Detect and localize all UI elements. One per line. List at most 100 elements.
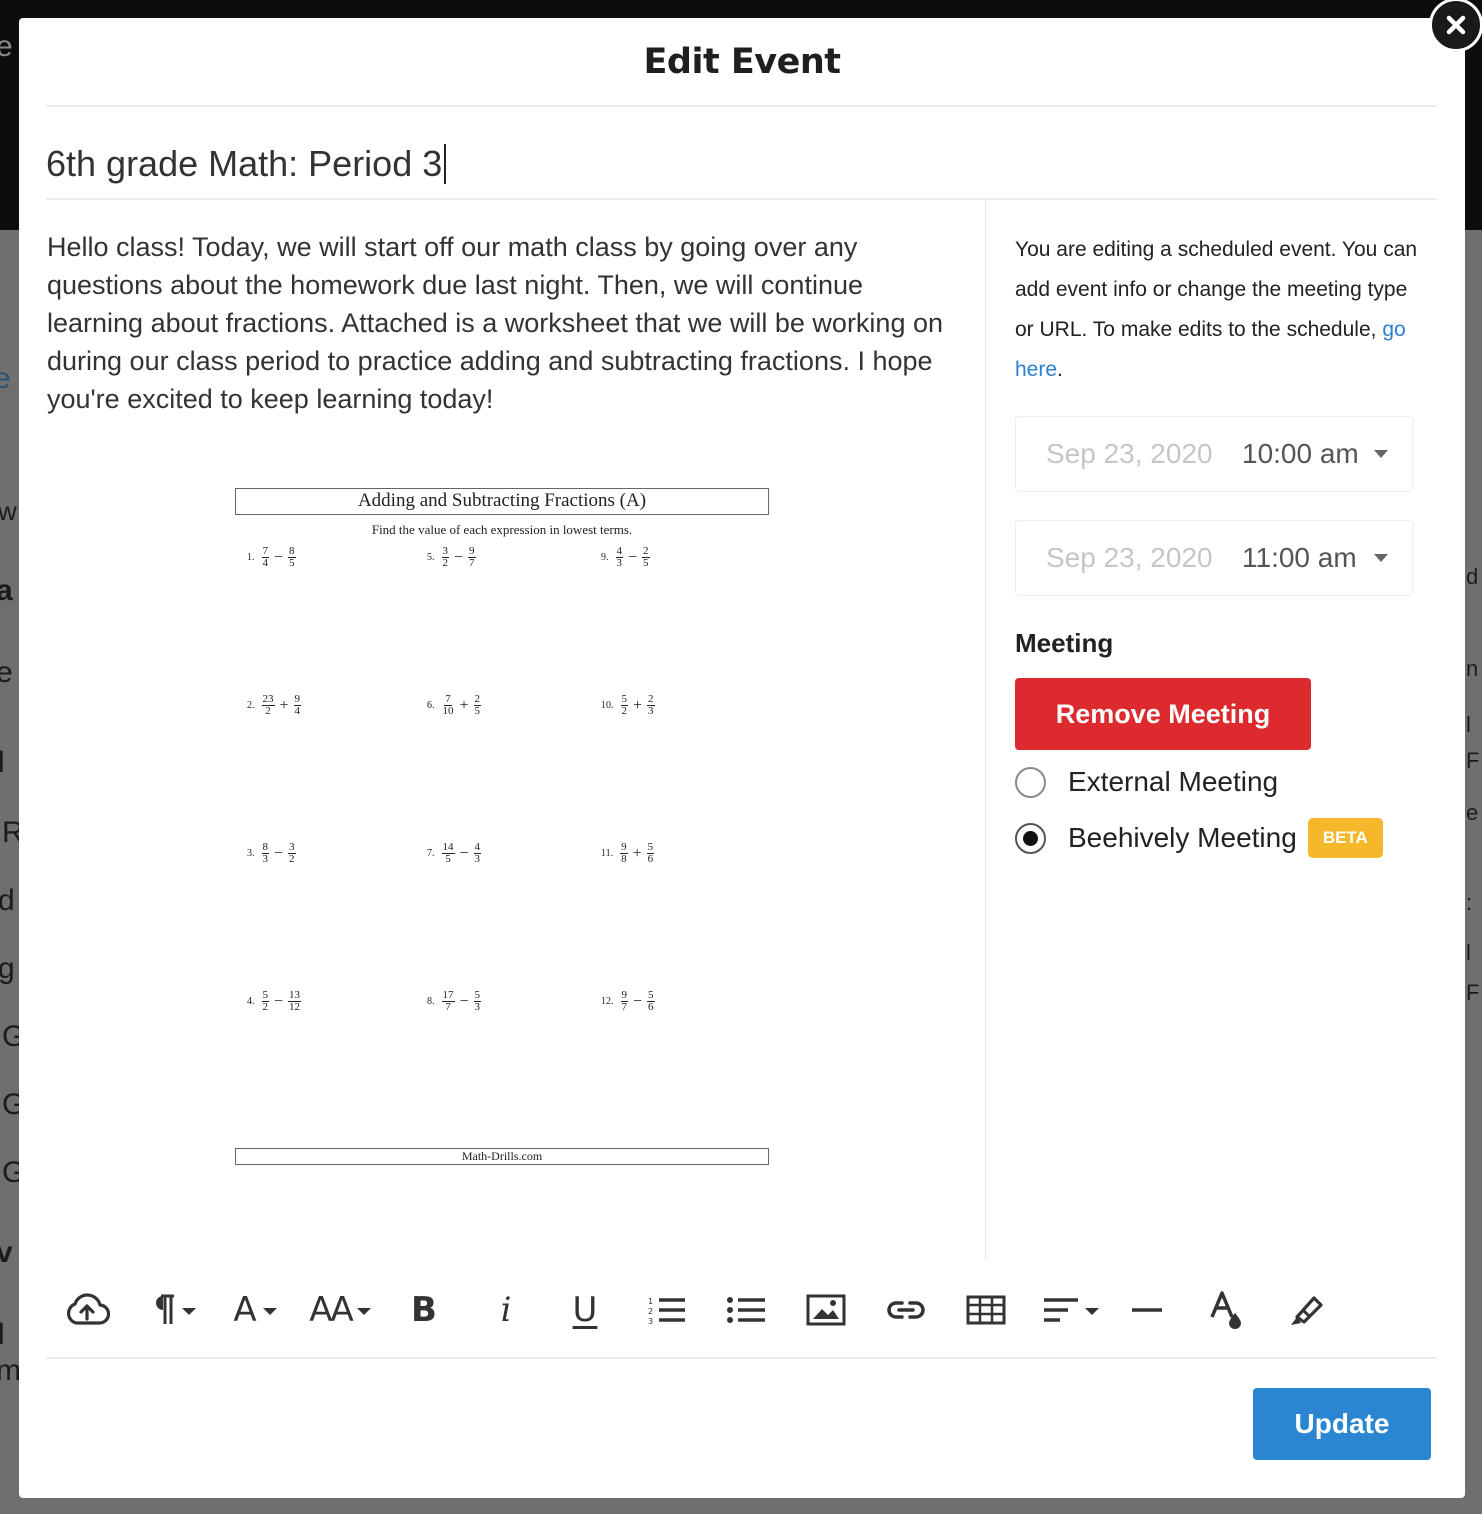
align-button[interactable] xyxy=(1039,1280,1103,1340)
problem-number: 6. xyxy=(427,700,435,711)
worksheet-subtitle: Find the value of each expression in low… xyxy=(371,522,633,537)
fraction: 83 xyxy=(261,842,269,865)
font-family-button[interactable]: A xyxy=(225,1280,285,1340)
beehively-meeting-option[interactable]: Beehively Meeting BETA xyxy=(1015,818,1383,858)
background-fragment: n xyxy=(1466,656,1479,681)
underline-icon: U xyxy=(572,1290,598,1330)
chevron-down-icon xyxy=(1374,450,1388,458)
insert-image-button[interactable] xyxy=(805,1280,847,1340)
chevron-down-icon xyxy=(356,1308,371,1315)
highlight-button[interactable] xyxy=(1285,1280,1327,1340)
bold-button[interactable]: B xyxy=(404,1280,444,1340)
operator: − xyxy=(274,548,284,566)
denominator: 5 xyxy=(445,853,451,865)
font-family-icon: A xyxy=(233,1290,257,1330)
operator: − xyxy=(454,548,464,566)
font-size-icon: AA xyxy=(309,1290,354,1330)
unordered-list-button[interactable] xyxy=(725,1280,767,1340)
external-meeting-label: External Meeting xyxy=(1068,766,1279,797)
denominator: 6 xyxy=(647,853,654,865)
fraction: 25 xyxy=(473,694,482,717)
problem-number: 9. xyxy=(601,552,609,563)
text-color-icon xyxy=(1210,1291,1241,1329)
denominator: 3 xyxy=(262,853,269,865)
start-date: Sep 23, 2020 xyxy=(1046,438,1213,469)
horizontal-rule-button[interactable] xyxy=(1127,1280,1167,1340)
beta-badge: BETA xyxy=(1307,818,1383,858)
fraction: 43 xyxy=(615,546,623,569)
fraction: 32 xyxy=(288,842,296,865)
chevron-down-icon xyxy=(1085,1308,1099,1315)
table-icon xyxy=(966,1295,1006,1325)
radio-checked[interactable] xyxy=(1015,822,1046,854)
radio-dot xyxy=(1023,830,1038,846)
insert-table-button[interactable] xyxy=(965,1280,1007,1340)
paragraph-format-button[interactable] xyxy=(143,1280,203,1340)
fraction: 25 xyxy=(642,546,650,569)
denominator: 10 xyxy=(442,705,454,717)
background-fragment: a xyxy=(0,574,13,607)
start-datetime-field[interactable]: Sep 23, 2020 10:00 am xyxy=(1015,416,1413,492)
font-size-button[interactable]: AA xyxy=(297,1280,383,1340)
background-fragment: e xyxy=(0,656,13,689)
insert-link-button[interactable] xyxy=(885,1280,927,1340)
denominator: 5 xyxy=(643,557,649,569)
fraction: 52 xyxy=(620,694,628,717)
operator: − xyxy=(274,992,284,1010)
worksheet-problem: 1. 7 4−8 5 xyxy=(247,546,298,569)
ordered-list-button[interactable]: 1 2 3 xyxy=(645,1280,687,1340)
fraction: 23 xyxy=(647,694,655,717)
info-text: You are editing a scheduled event. You c… xyxy=(1015,238,1418,341)
beehively-meeting-label: Beehively Meeting xyxy=(1068,822,1297,853)
end-time: 11:00 am xyxy=(1242,542,1357,573)
divider xyxy=(46,105,1437,107)
background-fragment: e xyxy=(0,30,13,63)
operator: + xyxy=(632,844,642,862)
background-fragment: d xyxy=(0,884,15,917)
denominator: 7 xyxy=(469,557,475,569)
worksheet-problem: 5. 3 2−9 7 xyxy=(427,546,478,569)
event-name-input[interactable]: 6th grade Math: Period 3 xyxy=(46,128,1437,200)
denominator: 6 xyxy=(648,1001,654,1013)
problem-number: 4. xyxy=(247,996,255,1007)
description-editor[interactable]: Hello class! Today, we will start off ou… xyxy=(47,228,957,418)
upload-button[interactable] xyxy=(62,1280,112,1340)
underline-button[interactable]: U xyxy=(565,1280,605,1340)
external-meeting-option[interactable]: External Meeting xyxy=(1015,766,1278,798)
image-icon xyxy=(806,1294,846,1326)
worksheet-image[interactable]: Adding and Subtracting Fractions (A) Fin… xyxy=(235,488,769,1168)
worksheet-problem: 10. 5 2 +2 3 xyxy=(601,694,657,717)
horizontal-rule-icon xyxy=(1132,1308,1162,1312)
divider xyxy=(46,198,1437,200)
fraction: 94 xyxy=(293,694,302,717)
background-fragment: w xyxy=(0,496,17,526)
svg-text:1: 1 xyxy=(648,1297,653,1306)
worksheet-problem: 2. 23 2 +9 4 xyxy=(247,694,303,717)
denominator: 2 xyxy=(265,705,271,717)
fraction: 97 xyxy=(468,546,476,569)
fraction: 52 xyxy=(261,990,269,1013)
fraction: 43 xyxy=(473,842,482,865)
fraction: 56 xyxy=(646,842,655,865)
highlight-icon xyxy=(1291,1296,1323,1325)
background-fragment: e xyxy=(0,362,11,395)
end-datetime-field[interactable]: Sep 23, 2020 11:00 am xyxy=(1015,520,1413,596)
text-color-button[interactable] xyxy=(1205,1280,1247,1340)
worksheet-footer: Math-Drills.com xyxy=(235,1148,769,1165)
operator: + xyxy=(279,696,289,714)
fraction: 97 xyxy=(620,990,628,1013)
upload-cloud-icon xyxy=(66,1293,110,1325)
problem-number: 8. xyxy=(427,996,435,1007)
denominator: 3 xyxy=(474,853,481,865)
operator: − xyxy=(628,548,638,566)
remove-meeting-button[interactable]: Remove Meeting xyxy=(1015,678,1311,750)
radio-unchecked[interactable] xyxy=(1015,766,1046,798)
denominator: 2 xyxy=(289,853,295,865)
fraction: 32 xyxy=(441,546,449,569)
italic-button[interactable]: i xyxy=(486,1280,526,1340)
operator: − xyxy=(459,844,469,862)
worksheet-problem: 3. 8 3−3 2 xyxy=(247,842,298,865)
close-button[interactable] xyxy=(1429,0,1482,52)
worksheet-problem: 7. 14 5−4 3 xyxy=(427,842,483,865)
update-button[interactable]: Update xyxy=(1253,1388,1431,1460)
